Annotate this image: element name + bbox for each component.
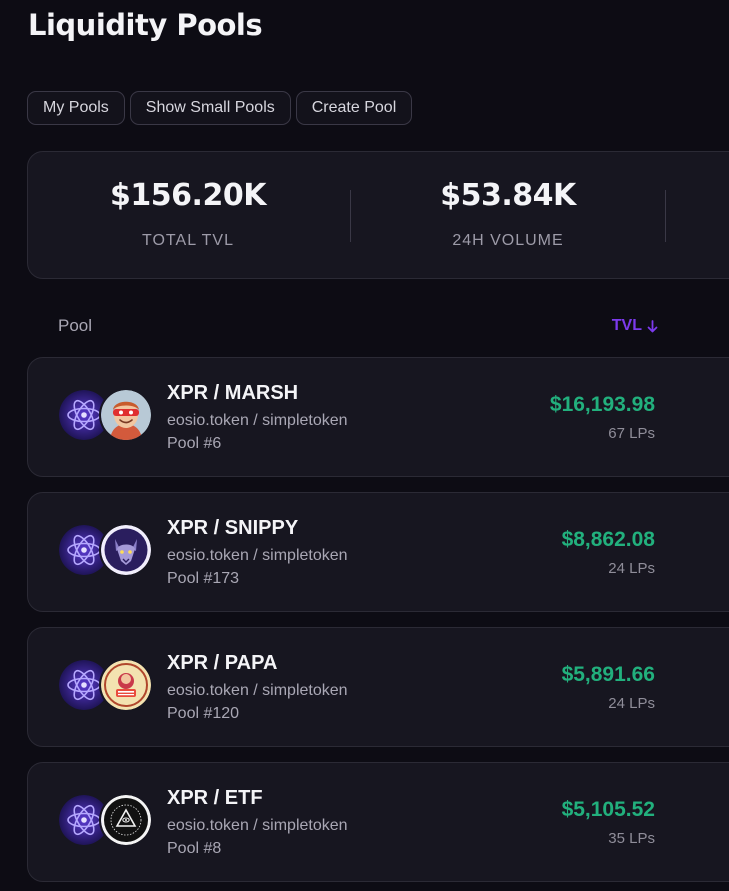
pool-id: Pool #173 xyxy=(167,570,240,587)
filter-bar: My Pools Show Small Pools Create Pool xyxy=(27,91,413,125)
volume-24h-value: $53.84K xyxy=(440,178,576,213)
pool-row[interactable]: XPR / PAPA eosio.token / simpletoken Poo… xyxy=(27,627,729,747)
pool-column-header: Pool xyxy=(58,316,93,335)
pool-id: Pool #6 xyxy=(167,435,222,452)
pool-tvl: $5,891.66 xyxy=(561,663,655,686)
marsh-avatar-icon xyxy=(101,390,151,440)
pool-contracts: eosio.token / simpletoken xyxy=(167,682,348,699)
pool-list-header: Pool TVL xyxy=(58,316,658,338)
arrow-down-icon xyxy=(647,319,658,332)
volume-24h-label: 24H VOLUME xyxy=(452,232,564,249)
pool-contracts: eosio.token / simpletoken xyxy=(167,817,348,834)
snippy-wolf-icon xyxy=(101,525,151,575)
pool-row[interactable]: XPR / ETF eosio.token / simpletoken Pool… xyxy=(27,762,729,882)
show-small-pools-button[interactable]: Show Small Pools xyxy=(129,91,291,125)
pool-pair-name: XPR / SNIPPY xyxy=(167,517,299,539)
pool-lp-count: 24 LPs xyxy=(608,560,655,577)
pool-contracts: eosio.token / simpletoken xyxy=(167,547,348,564)
pool-pair-name: XPR / MARSH xyxy=(167,382,299,404)
pool-tvl: $8,862.08 xyxy=(561,528,655,551)
pool-id: Pool #120 xyxy=(167,705,240,722)
tvl-column-label: TVL xyxy=(611,317,642,334)
pool-tvl: $5,105.52 xyxy=(561,798,655,821)
volume-24h-stat: $53.84K 24H VOLUME xyxy=(348,152,668,280)
etf-pyramid-icon xyxy=(101,795,151,845)
tvl-sort-header[interactable]: TVL xyxy=(612,317,658,335)
my-pools-button[interactable]: My Pools xyxy=(27,91,125,125)
pool-lp-count: 24 LPs xyxy=(608,695,655,712)
total-tvl-value: $156.20K xyxy=(110,178,266,213)
liquidity-pools-page: Liquidity Pools My Pools Show Small Pool… xyxy=(0,0,729,891)
pool-id: Pool #8 xyxy=(167,840,222,857)
stats-card: $156.20K TOTAL TVL $53.84K 24H VOLUME xyxy=(27,151,729,279)
pool-lp-count: 67 LPs xyxy=(608,425,655,442)
total-tvl-stat: $156.20K TOTAL TVL xyxy=(28,152,348,280)
papa-badge-icon xyxy=(101,660,151,710)
pool-tvl: $16,193.98 xyxy=(549,393,655,416)
pool-lp-count: 35 LPs xyxy=(608,830,655,847)
pool-row[interactable]: XPR / MARSH eosio.token / simpletoken Po… xyxy=(27,357,729,477)
pool-contracts: eosio.token / simpletoken xyxy=(167,412,348,429)
page-title: Liquidity Pools xyxy=(28,8,263,42)
create-pool-button[interactable]: Create Pool xyxy=(295,91,413,125)
pool-pair-name: XPR / PAPA xyxy=(167,652,278,674)
stat-divider xyxy=(665,190,666,242)
pool-pair-name: XPR / ETF xyxy=(167,787,263,809)
pool-row[interactable]: XPR / SNIPPY eosio.token / simpletoken P… xyxy=(27,492,729,612)
total-tvl-label: TOTAL TVL xyxy=(142,232,234,249)
